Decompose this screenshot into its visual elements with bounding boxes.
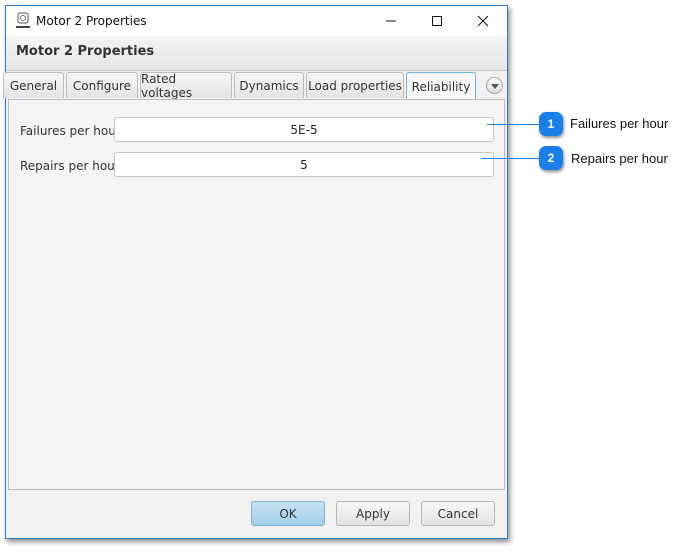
callout-2-text: Repairs per hour: [571, 151, 668, 166]
title-bar[interactable]: Motor 2 Properties: [6, 6, 507, 36]
tab-overflow-menu-button[interactable]: [486, 77, 503, 94]
dialog-header: Motor 2 Properties: [6, 36, 507, 71]
close-button[interactable]: [460, 6, 506, 36]
callout-1-text: Failures per hour: [570, 116, 669, 131]
tab-rated-voltages[interactable]: Rated voltages: [140, 72, 232, 100]
tab-bar: General Configure Rated voltages Dynamic…: [3, 72, 507, 100]
callout-1-leader-line: [487, 124, 539, 125]
callout-2-badge: 2: [539, 146, 563, 170]
app-logo-icon: [16, 12, 30, 28]
button-bar: OK Apply Cancel: [6, 490, 507, 538]
tab-general[interactable]: General: [3, 72, 64, 98]
callout-1-badge: 1: [539, 112, 563, 136]
cancel-button[interactable]: Cancel: [421, 501, 495, 526]
minimize-icon: [386, 20, 396, 22]
callout-2-leader-line: [481, 158, 539, 159]
tab-configure[interactable]: Configure: [66, 72, 138, 98]
failures-per-hour-input[interactable]: [114, 117, 494, 142]
tab-dynamics[interactable]: Dynamics: [234, 72, 304, 98]
properties-dialog: Motor 2 Properties Motor 2 Properties Ge…: [3, 5, 508, 539]
tab-load-properties[interactable]: Load properties: [306, 72, 404, 98]
maximize-icon: [432, 16, 442, 26]
window-title: Motor 2 Properties: [36, 14, 147, 28]
repairs-per-hour-input[interactable]: [114, 152, 494, 177]
failures-per-hour-label: Failures per hour: [20, 124, 121, 138]
minimize-button[interactable]: [368, 6, 414, 36]
reliability-panel: Failures per hour Repairs per hour: [8, 99, 505, 490]
apply-button[interactable]: Apply: [336, 501, 410, 526]
ok-button[interactable]: OK: [251, 501, 325, 526]
tab-reliability[interactable]: Reliability: [406, 72, 476, 100]
dialog-heading: Motor 2 Properties: [16, 44, 155, 59]
close-icon: [477, 15, 489, 27]
maximize-button[interactable]: [414, 6, 460, 36]
repairs-per-hour-label: Repairs per hour: [20, 159, 120, 173]
